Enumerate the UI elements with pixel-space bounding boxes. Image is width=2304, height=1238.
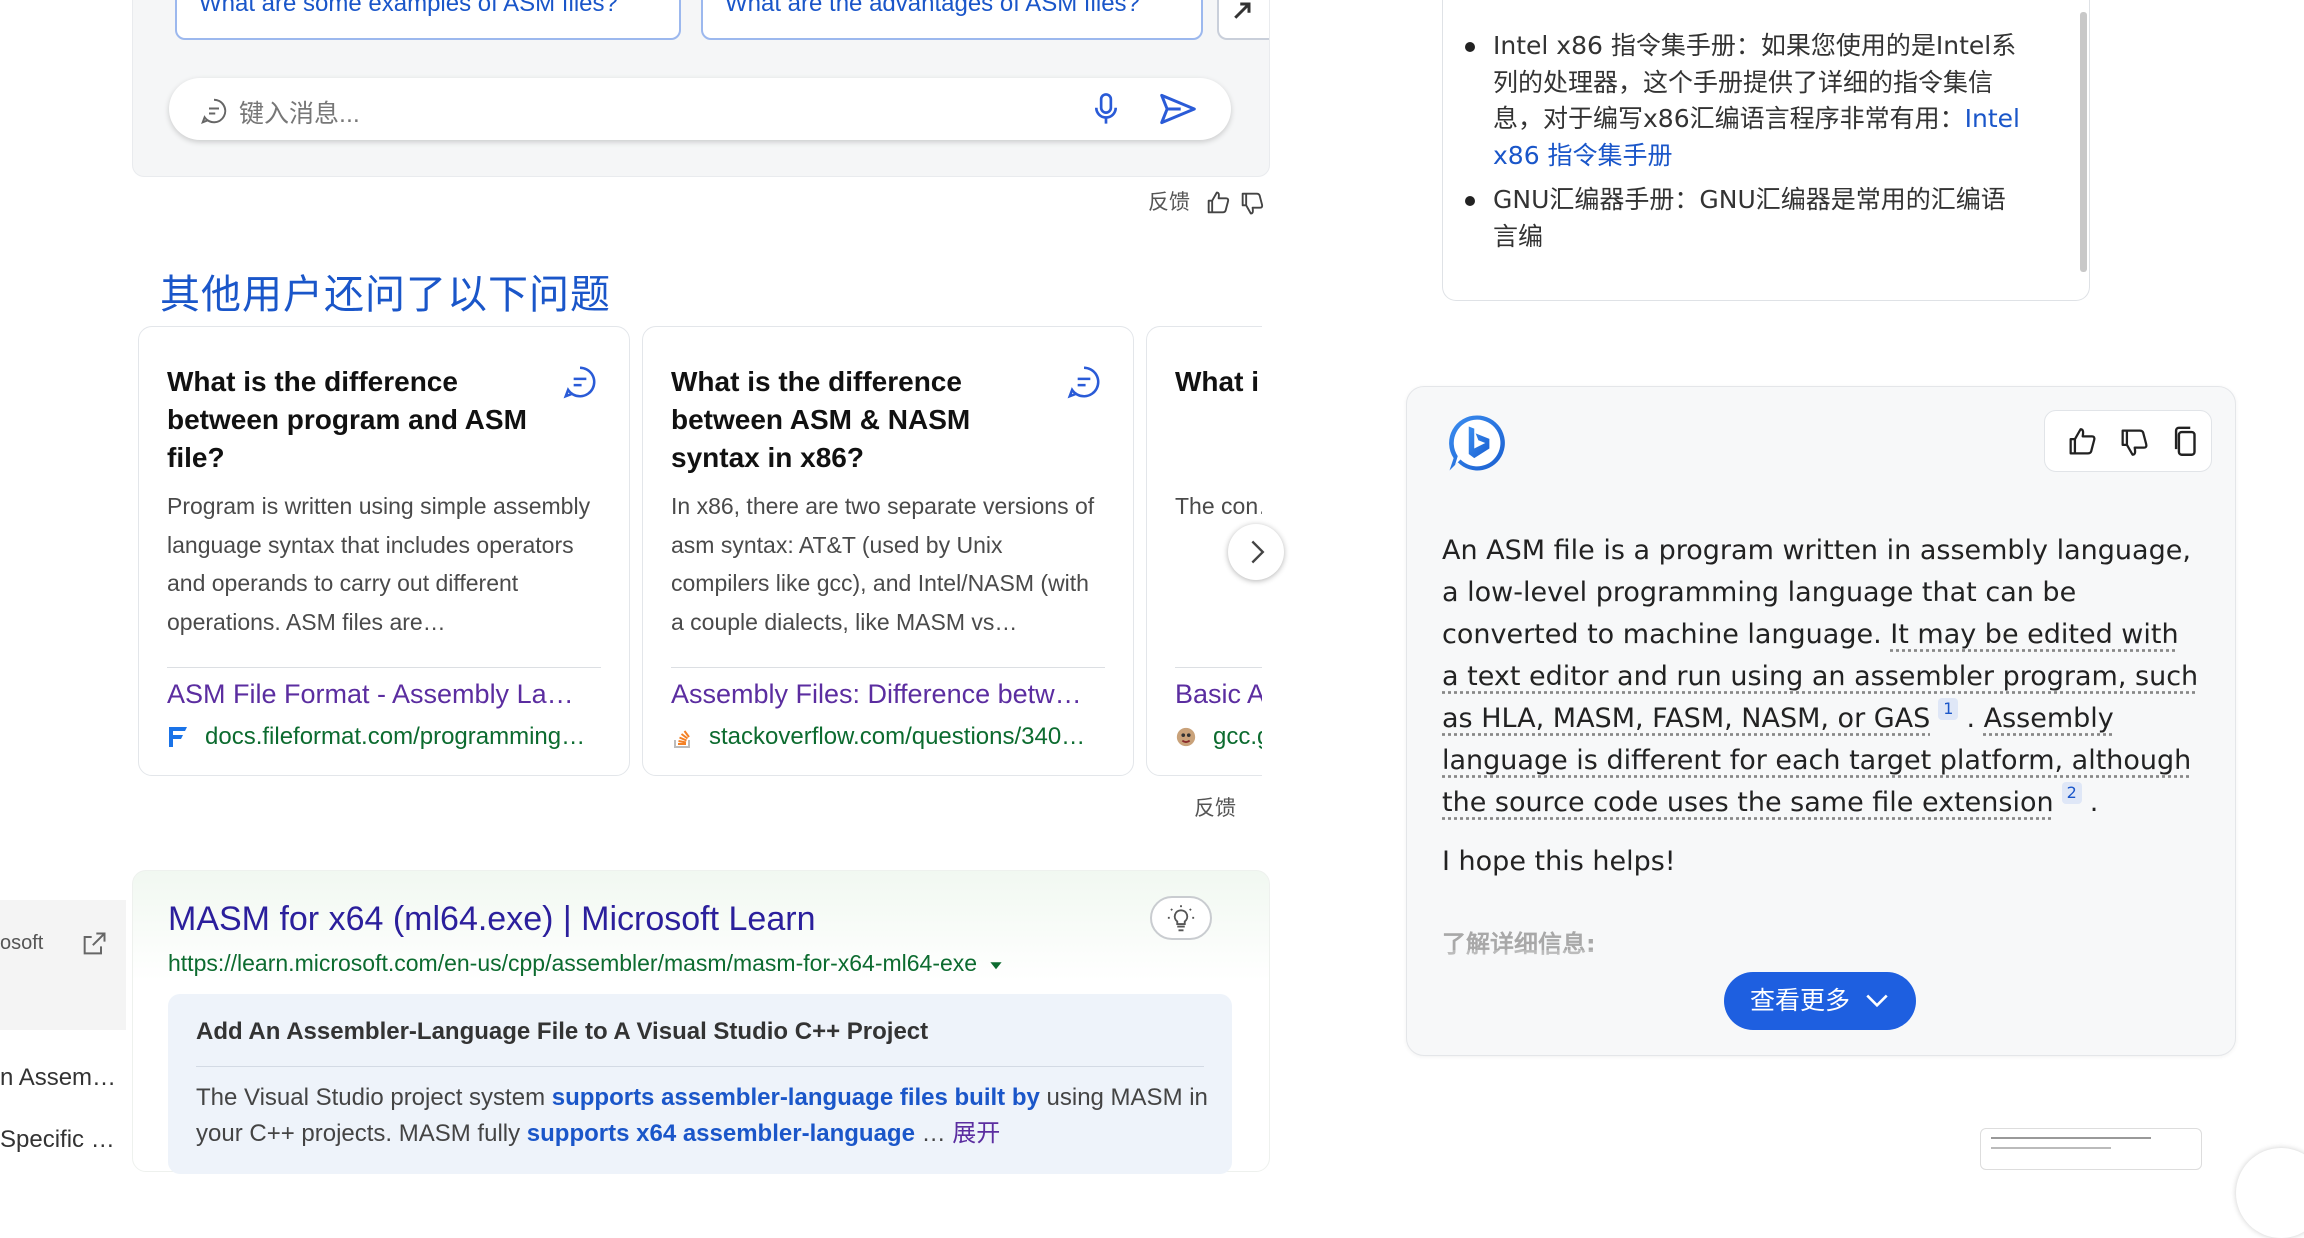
paa-question: What is the difference between ASM & NAS… xyxy=(671,363,1061,477)
snippet-text: … xyxy=(915,1120,952,1147)
thumbs-up-icon[interactable] xyxy=(2065,425,2099,459)
external-link-icon[interactable] xyxy=(80,930,108,958)
answer-text: An ASM file is a program written in asse… xyxy=(1442,530,2202,824)
bullet xyxy=(1465,42,1475,52)
paa-feedback-link[interactable]: 反馈 xyxy=(1194,792,1236,822)
thumbs-down-icon[interactable] xyxy=(2117,425,2151,459)
stackoverflow-favicon-icon xyxy=(671,725,693,749)
divider xyxy=(196,1066,1204,1067)
result-url[interactable]: https://learn.microsoft.com/en-us/cpp/as… xyxy=(168,950,1003,977)
paa-source-title[interactable]: ASM File Format - Assembly La… xyxy=(167,679,603,710)
microphone-icon[interactable] xyxy=(1091,92,1121,126)
chat-bubble-icon[interactable] xyxy=(1065,363,1103,401)
snippet-text: The Visual Studio project system xyxy=(196,1084,552,1111)
references-panel: Intel x86 指令集手册：如果您使用的是Intel系列的处理器，这个手册提… xyxy=(1442,0,2090,301)
snippet-body: The Visual Studio project system support… xyxy=(196,1080,1216,1152)
divider xyxy=(167,667,601,668)
chevron-right-icon xyxy=(1243,538,1271,566)
gcc-gnu-favicon-icon xyxy=(1175,725,1197,749)
left-panel-item[interactable]: n Assem… xyxy=(0,1064,116,1092)
bullet xyxy=(1465,196,1475,206)
result-url-text: https://learn.microsoft.com/en-us/cpp/as… xyxy=(168,950,977,976)
thumbnail-text-line xyxy=(1991,1147,2111,1149)
thumbnail-text-line xyxy=(1991,1137,2151,1139)
see-more-label: 查看更多 xyxy=(1750,986,1850,1015)
reference-item: GNU汇编器手册：GNU汇编器是常用的汇编语言编 xyxy=(1493,182,2027,255)
citation-badge[interactable]: 2 xyxy=(2062,782,2082,804)
chat-input-placeholder: 键入消息... xyxy=(239,94,360,130)
fileformat-favicon-icon xyxy=(167,725,189,749)
paa-carousel: What is the difference between program a… xyxy=(138,326,1262,778)
suggestion-chip-advantages[interactable]: What are the advantages of ASM files? xyxy=(701,0,1203,40)
feedback-label: 反馈 xyxy=(1148,191,1190,214)
chevron-right-icon xyxy=(1229,0,1259,24)
bing-copilot-logo-icon xyxy=(1444,410,1510,476)
copy-icon[interactable] xyxy=(2169,425,2203,459)
chat-feedback: 反馈 xyxy=(1148,186,1266,217)
snippet-heading: Add An Assembler-Language File to A Visu… xyxy=(196,1018,928,1046)
snippet-highlight: supports assembler-language files built … xyxy=(552,1084,1040,1111)
caret-down-icon[interactable] xyxy=(989,958,1003,972)
paa-answer: Program is written using simple assembly… xyxy=(167,487,603,641)
left-panel-item[interactable]: osoft xyxy=(0,932,43,955)
chat-input[interactable]: 键入消息... xyxy=(169,78,1231,140)
send-icon[interactable] xyxy=(1159,92,1197,126)
paa-source-url[interactable]: stackoverflow.com/questions/340… xyxy=(709,723,1107,751)
answer-closing: I hope this helps! xyxy=(1442,846,1676,877)
divider xyxy=(1175,667,1262,668)
chevron-down-icon xyxy=(1864,990,1890,1012)
see-more-button[interactable]: 查看更多 xyxy=(1724,972,1916,1030)
citation-badge[interactable]: 1 xyxy=(1938,698,1958,720)
snippet-highlight: supports x64 assembler-language xyxy=(527,1120,915,1147)
result-snippet: Add An Assembler-Language File to A Visu… xyxy=(168,994,1232,1174)
paa-question: What i… betwe… and ex… xyxy=(1175,363,1262,401)
document-thumbnail[interactable] xyxy=(1980,1128,2202,1170)
thumbs-up-icon[interactable] xyxy=(1204,189,1232,217)
lightbulb-icon xyxy=(1166,904,1196,934)
left-panel-item[interactable]: Specific … xyxy=(0,1126,115,1154)
divider xyxy=(671,667,1105,668)
paa-source-url[interactable]: gcc.g… xyxy=(1213,723,1262,751)
left-side-panel xyxy=(0,900,126,1030)
expand-link[interactable]: 展开 xyxy=(952,1120,1000,1147)
insights-button[interactable] xyxy=(1150,896,1212,940)
paa-card[interactable]: What is the difference between program a… xyxy=(138,326,630,776)
paa-next-button[interactable] xyxy=(1228,524,1284,580)
paa-heading: 其他用户还问了以下问题 xyxy=(160,262,611,320)
chat-bubble-icon[interactable] xyxy=(561,363,599,401)
suggestion-chip-examples[interactable]: What are some examples of ASM files? xyxy=(175,0,681,40)
reference-text: GNU汇编器手册：GNU汇编器是常用的汇编语言编 xyxy=(1493,185,2006,251)
paa-source-title[interactable]: Assembly Files: Difference betw… xyxy=(671,679,1107,710)
answer-actions xyxy=(2044,410,2212,472)
reference-item: Intel x86 指令集手册：如果您使用的是Intel系列的处理器，这个手册提… xyxy=(1493,28,2027,174)
paa-question: What is the difference between program a… xyxy=(167,363,557,477)
paa-card[interactable]: What is the difference between ASM & NAS… xyxy=(642,326,1134,776)
thumbs-down-icon[interactable] xyxy=(1238,189,1266,217)
chat-bubble-icon xyxy=(199,96,229,126)
reference-text: Intel x86 指令集手册：如果您使用的是Intel系列的处理器，这个手册提… xyxy=(1493,31,2016,133)
suggestions-next-button[interactable] xyxy=(1217,0,1269,40)
paa-source-url[interactable]: docs.fileformat.com/programming… xyxy=(205,723,603,751)
result-title-link[interactable]: MASM for x64 (ml64.exe) | Microsoft Lear… xyxy=(168,900,815,939)
chat-panel: What are some examples of ASM files? Wha… xyxy=(132,0,1270,177)
floating-action-button[interactable] xyxy=(2236,1148,2304,1238)
scrollbar-thumb[interactable] xyxy=(2080,12,2087,272)
paa-source-title[interactable]: Basic A… xyxy=(1175,679,1262,710)
paa-answer: In x86, there are two separate versions … xyxy=(671,487,1107,641)
